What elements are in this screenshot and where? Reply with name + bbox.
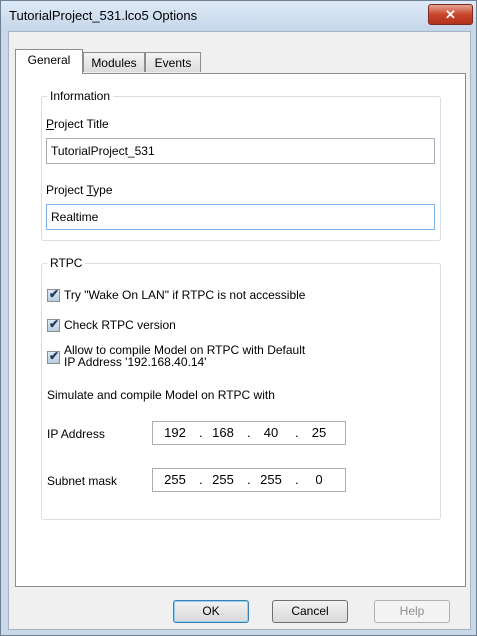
wake-on-lan-label: Try "Wake On LAN" if RTPC is not accessi… xyxy=(64,288,306,302)
subnet-dot: . xyxy=(295,472,299,487)
tab-modules[interactable]: Modules xyxy=(83,52,145,72)
ip-octet-2: 168 xyxy=(212,425,234,440)
wake-on-lan-checkbox[interactable]: ✔ xyxy=(47,287,60,302)
subnet-octet-1: 255 xyxy=(164,472,186,487)
tab-modules-label: Modules xyxy=(91,56,137,70)
ip-dot: . xyxy=(199,425,203,440)
rtpc-legend: RTPC xyxy=(47,256,86,270)
checkmark-icon: ✔ xyxy=(49,287,60,301)
tab-events-label: Events xyxy=(154,56,192,70)
options-dialog: TutorialProject_531.lco5 Options ✕ Gener… xyxy=(0,0,477,636)
subnet-mask-input[interactable]: 255 . 255 . 255 . 0 xyxy=(152,468,346,492)
allow-compile-line2: IP Address '192.168.40.14' xyxy=(64,355,207,369)
rtpc-group: RTPC ✔ Try "Wake On LAN" if RTPC is not … xyxy=(41,256,441,520)
ip-octet-1: 192 xyxy=(164,425,186,440)
tab-general-label: General xyxy=(27,53,71,67)
project-title-input[interactable] xyxy=(46,138,435,164)
ip-dot: . xyxy=(295,425,299,440)
title-bar[interactable]: TutorialProject_531.lco5 Options ✕ xyxy=(1,1,476,31)
project-type-input[interactable] xyxy=(46,204,435,230)
tab-general[interactable]: General xyxy=(15,49,83,74)
subnet-mask-label: Subnet mask xyxy=(47,474,118,488)
ok-button[interactable]: OK xyxy=(173,600,249,623)
checkmark-icon: ✔ xyxy=(49,349,60,363)
project-type-label: Project Type xyxy=(46,183,113,197)
check-rtpc-version-label: Check RTPC version xyxy=(64,318,176,332)
checkmark-icon: ✔ xyxy=(49,317,60,331)
allow-compile-default-ip-checkbox[interactable]: ✔ xyxy=(47,349,60,364)
subnet-octet-4: 0 xyxy=(315,472,323,487)
close-button[interactable]: ✕ xyxy=(428,4,473,25)
general-tab-panel: Information Project Title Project Type R… xyxy=(15,73,466,587)
ip-dot: . xyxy=(247,425,251,440)
help-button[interactable]: Help xyxy=(374,600,450,623)
information-group: Information Project Title Project Type xyxy=(41,89,441,241)
subnet-dot: . xyxy=(247,472,251,487)
allow-compile-default-ip-label: Allow to compile Model on RTPC with Defa… xyxy=(64,344,305,368)
subnet-octet-2: 255 xyxy=(212,472,234,487)
tab-events[interactable]: Events xyxy=(145,52,201,72)
check-rtpc-version-checkbox[interactable]: ✔ xyxy=(47,317,60,332)
window-title: TutorialProject_531.lco5 Options xyxy=(9,8,198,23)
simulate-compile-label: Simulate and compile Model on RTPC with xyxy=(47,388,275,402)
ip-address-input[interactable]: 192 . 168 . 40 . 25 xyxy=(152,421,346,445)
subnet-octet-3: 255 xyxy=(260,472,282,487)
ip-octet-3: 40 xyxy=(263,425,279,440)
close-icon: ✕ xyxy=(445,7,456,22)
project-title-label: Project Title xyxy=(46,117,109,131)
information-legend: Information xyxy=(47,89,114,103)
ip-address-label: IP Address xyxy=(47,427,105,441)
dialog-client-area: General Modules Events Information Proje… xyxy=(8,31,471,630)
subnet-dot: . xyxy=(199,472,203,487)
cancel-button[interactable]: Cancel xyxy=(272,600,348,623)
ip-octet-4: 25 xyxy=(311,425,327,440)
